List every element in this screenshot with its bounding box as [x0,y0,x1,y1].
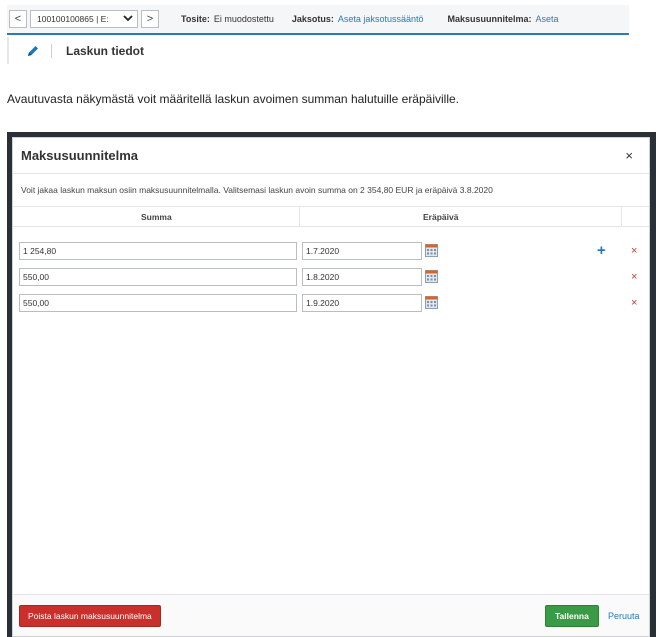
add-row-icon[interactable]: + [597,242,606,260]
next-button[interactable]: > [141,10,159,28]
due-date-input[interactable]: 1.9.2020 [302,294,422,312]
left-edge-divider [7,37,9,64]
due-date-input[interactable]: 1.8.2020 [302,268,422,286]
amount-input[interactable]: 1 254,80 [19,242,297,260]
invoice-toolbar: < 100100100865 | E: > Tosite: Ei muodost… [7,5,629,35]
due-date-input[interactable]: 1.7.2020 [302,242,422,260]
delete-row-icon[interactable]: × [631,294,637,312]
close-icon[interactable]: × [625,148,633,163]
maksusuunnitelma-label: Maksusuunnitelma: [447,14,532,24]
jaksotus-info: Jaksotus: Aseta jaksotussääntö [292,14,424,24]
maksusuunnitelma-info: Maksusuunnitelma: Aseta [447,14,558,24]
delete-row-icon[interactable]: × [631,268,637,286]
tosite-info: Tosite: Ei muodostettu [181,14,274,24]
section-title: Laskun tiedot [66,43,145,58]
calendar-icon[interactable] [425,296,438,309]
installment-row: 1 254,80 1.7.2020 + × [13,242,649,264]
chevron-down-icon [123,13,133,25]
dialog-title: Maksusuunnitelma [21,148,139,163]
document-select[interactable]: 100100100865 | E: [30,10,138,28]
delete-row-icon[interactable]: × [631,242,637,260]
installment-row: 550,00 1.8.2020 × [13,268,649,290]
column-divider [621,207,622,226]
header-divider [51,43,52,58]
pencil-icon[interactable] [25,43,41,59]
invoice-details-header: Laskun tiedot [7,37,629,64]
tosite-label: Tosite: [181,14,210,24]
remove-payment-plan-button[interactable]: Poista laskun maksusuunnitelma [19,605,161,627]
dialog-footer: Poista laskun maksusuunnitelma Tallenna … [13,594,649,636]
amount-input[interactable]: 550,00 [19,294,297,312]
column-amount: Summa [141,211,172,222]
jaksotus-label: Jaksotus: [291,14,334,24]
amount-input[interactable]: 550,00 [19,268,297,286]
column-divider [299,207,300,226]
column-headers: Summa Eräpäivä [13,207,649,227]
installment-row: 550,00 1.9.2020 × [13,294,649,316]
calendar-icon[interactable] [425,244,438,257]
previous-button[interactable]: < [9,10,27,28]
tosite-value: Ei muodostettu [213,14,274,24]
cancel-link[interactable]: Peruuta [608,605,640,627]
save-button[interactable]: Tallenna [545,605,599,627]
payment-plan-dialog: Maksusuunnitelma × Voit jakaa laskun mak… [12,137,650,637]
dialog-header: Maksusuunnitelma × [13,138,649,174]
maksusuunnitelma-link[interactable]: Aseta [536,14,559,24]
column-due-date: Eräpäivä [423,211,459,222]
jaksotus-link[interactable]: Aseta jaksotussääntö [338,14,424,24]
intro-text: Avautuvasta näkymästä voit määritellä la… [7,92,460,106]
document-select-value: 100100100865 | E: [37,14,109,24]
calendar-icon[interactable] [425,270,438,283]
dialog-description: Voit jakaa laskun maksun osiin maksusuun… [13,174,649,207]
